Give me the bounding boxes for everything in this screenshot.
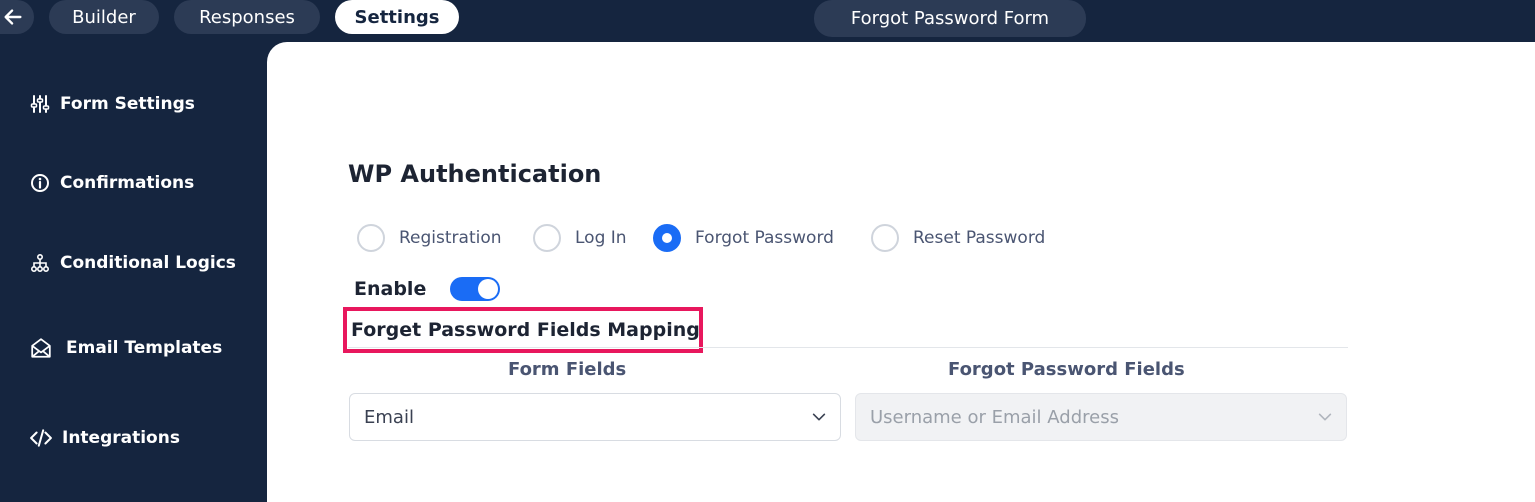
form-field-select-value: Email — [364, 406, 414, 428]
enable-toggle[interactable] — [450, 277, 501, 301]
tab-responses[interactable]: Responses — [174, 0, 320, 34]
radio-circle[interactable] — [533, 224, 561, 252]
sidebar-item-label: Conditional Logics — [60, 253, 236, 273]
sidebar-item-label: Integrations — [62, 428, 180, 448]
sidebar-item-form-settings[interactable]: Form Settings — [30, 94, 195, 114]
divider — [348, 347, 1348, 348]
form-title: Forgot Password Form — [814, 0, 1086, 37]
enable-row: Enable — [354, 277, 501, 301]
sidebar-item-label: Confirmations — [60, 173, 195, 193]
sidebar: Form Settings Confirmations Conditional … — [0, 42, 266, 477]
chevron-down-icon — [812, 413, 826, 421]
forgot-password-field-select[interactable]: Username or Email Address — [855, 393, 1347, 441]
radio-circle[interactable] — [871, 224, 899, 252]
top-bar: Builder Responses Settings Forgot Passwo… — [0, 0, 1535, 42]
radio-circle[interactable] — [357, 224, 385, 252]
code-icon — [30, 429, 52, 447]
sidebar-item-email-templates[interactable]: Email Templates — [30, 337, 222, 359]
form-field-select[interactable]: Email — [349, 393, 841, 441]
sitemap-icon — [30, 253, 50, 273]
tab-settings[interactable]: Settings — [335, 0, 459, 34]
sliders-icon — [30, 95, 50, 113]
enable-label: Enable — [354, 278, 427, 300]
forgot-password-field-placeholder: Username or Email Address — [870, 406, 1119, 428]
info-circle-icon — [31, 174, 49, 192]
tab-builder[interactable]: Builder — [49, 0, 159, 34]
settings-panel: WP Authentication Registration Log In Fo… — [267, 42, 1535, 502]
mapping-heading-text: Forget Password Fields Mapping — [351, 319, 700, 341]
radio-label: Reset Password — [913, 228, 1046, 248]
radio-label: Registration — [399, 228, 502, 248]
sidebar-item-label: Email Templates — [66, 338, 223, 358]
radio-log-in[interactable]: Log In — [533, 224, 627, 252]
sidebar-item-confirmations[interactable]: Confirmations — [30, 173, 194, 193]
radio-reset-password[interactable]: Reset Password — [871, 224, 1045, 252]
radio-registration[interactable]: Registration — [357, 224, 502, 252]
sidebar-item-conditional-logics[interactable]: Conditional Logics — [30, 253, 236, 273]
chevron-down-icon — [1318, 413, 1332, 421]
sidebar-item-integrations[interactable]: Integrations — [30, 427, 180, 449]
back-button[interactable] — [0, 0, 34, 34]
section-title: WP Authentication — [348, 160, 602, 188]
sidebar-item-label: Form Settings — [60, 94, 195, 114]
radio-label: Log In — [575, 228, 627, 248]
forgot-password-fields-header: Forgot Password Fields — [948, 359, 1185, 380]
radio-label: Forgot Password — [695, 228, 834, 248]
radio-circle[interactable] — [653, 224, 681, 252]
form-fields-header: Form Fields — [508, 359, 627, 380]
radio-forgot-password[interactable]: Forgot Password — [653, 224, 834, 252]
envelope-open-icon — [31, 338, 51, 358]
arrow-left-icon — [4, 9, 22, 25]
